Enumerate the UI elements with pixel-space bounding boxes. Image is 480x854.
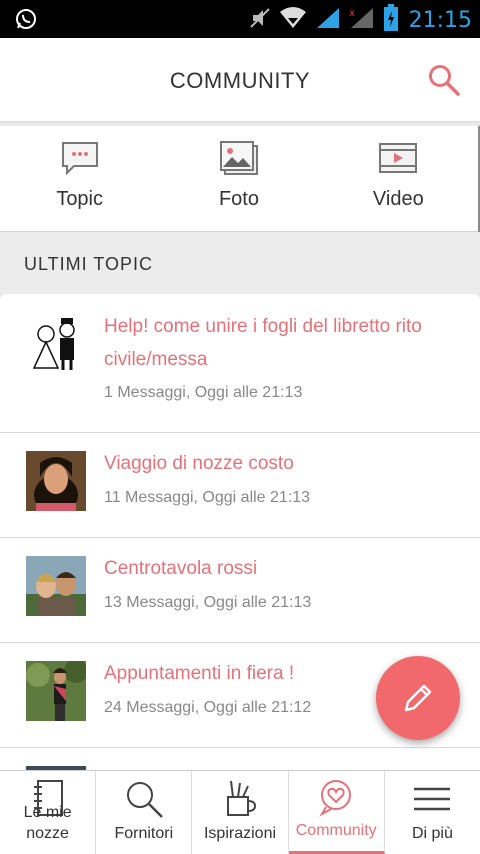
mute-icon: [249, 5, 271, 36]
tab-video[interactable]: Video: [319, 126, 478, 231]
section-header: ULTIMI TOPIC: [0, 232, 480, 294]
avatar-cartoon-couple: [26, 312, 86, 372]
signal-no-service-icon: x: [349, 6, 375, 35]
nav-label: Di più: [411, 825, 453, 842]
topic-title: Help! come unire i fogli del libretto ri…: [104, 316, 422, 370]
section-title: ULTIMI TOPIC: [24, 254, 154, 274]
nav-community[interactable]: Community: [288, 771, 385, 854]
page-title: COMMUNITY: [169, 68, 311, 93]
avatar-photo: [26, 451, 86, 515]
pencil-icon: [404, 684, 432, 712]
bottom-navigation: Le mie nozze Fornitori Ispirazioni Commu…: [0, 770, 480, 854]
topic-row[interactable]: [0, 748, 480, 772]
signal-icon: [315, 6, 341, 35]
topic-meta: 24 Messaggi, Oggi alle 21:12: [104, 699, 312, 716]
nav-label: Ispirazioni: [203, 825, 277, 842]
photo-gallery-icon: [219, 141, 258, 175]
search-button[interactable]: [426, 62, 462, 98]
svg-text:x: x: [349, 8, 355, 19]
nav-label: Community: [295, 822, 377, 839]
media-tabs: Topic Foto Video: [0, 126, 480, 232]
topic-meta: 11 Messaggi, Oggi alle 21:13: [104, 489, 311, 506]
clock: 21:15: [408, 8, 472, 33]
pencil-cup-icon: [227, 780, 257, 816]
nav-di-piu[interactable]: Di più: [385, 771, 480, 854]
battery-icon: [383, 4, 399, 37]
status-bar: x 21:15: [0, 0, 480, 38]
video-film-icon: [379, 143, 418, 173]
heart-chat-icon: [319, 780, 352, 817]
avatar-photo: [26, 556, 86, 616]
nav-ispirazioni[interactable]: Ispirazioni: [192, 771, 289, 854]
nav-label: Le mie nozze: [23, 804, 72, 842]
wifi-icon: [279, 6, 307, 35]
topic-row[interactable]: Centrotavola rossi 13 Messaggi, Oggi all…: [0, 538, 480, 643]
topic-title: Viaggio di nozze costo: [104, 453, 294, 474]
topic-meta: 13 Messaggi, Oggi alle 21:13: [104, 594, 312, 611]
avatar-photo: [26, 659, 88, 721]
whatsapp-icon: [14, 7, 38, 36]
tab-foto-label: Foto: [218, 188, 259, 210]
tab-foto[interactable]: Foto: [159, 126, 318, 231]
topic-row[interactable]: Help! come unire i fogli del libretto ri…: [0, 294, 480, 433]
search-icon: [429, 65, 460, 96]
topic-title: Centrotavola rossi: [104, 558, 258, 579]
tab-video-label: Video: [372, 188, 424, 210]
tab-topic[interactable]: Topic: [0, 126, 159, 231]
tab-topic-label: Topic: [56, 188, 104, 210]
nav-fornitori[interactable]: Fornitori: [96, 771, 193, 854]
new-topic-button[interactable]: [376, 656, 460, 740]
topic-row[interactable]: Viaggio di nozze costo 11 Messaggi, Oggi…: [0, 433, 480, 538]
nav-label: Fornitori: [114, 825, 174, 842]
nav-le-mie-nozze[interactable]: Le mie nozze: [0, 771, 97, 854]
menu-icon: [414, 787, 451, 811]
search-icon: [126, 782, 163, 818]
chat-bubble-icon: [61, 142, 98, 176]
topic-meta: 1 Messaggi, Oggi alle 21:13: [104, 384, 303, 401]
app-header: COMMUNITY: [0, 38, 480, 122]
